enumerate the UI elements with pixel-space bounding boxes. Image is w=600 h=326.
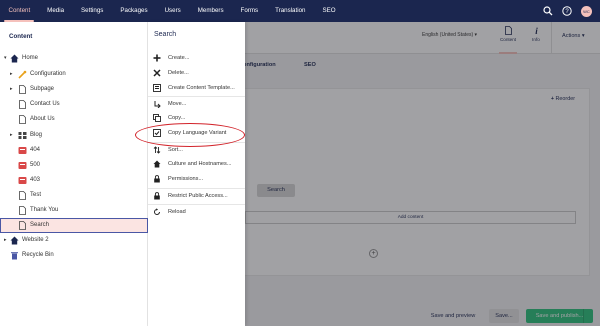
tree-node-label: Configuration <box>30 71 66 77</box>
wrench-icon <box>18 70 27 79</box>
help-icon[interactable]: ? <box>562 6 572 16</box>
template-icon <box>153 84 161 92</box>
document-icon <box>19 100 26 109</box>
modal-overlay[interactable] <box>245 22 600 326</box>
tree-node-label: Home <box>22 55 39 61</box>
nav-users[interactable]: Users <box>156 0 189 22</box>
tree-node-label: Test <box>30 192 42 198</box>
document-icon <box>19 85 26 94</box>
tree-node-403[interactable]: 403 <box>0 173 148 188</box>
expand-arrow[interactable]: ▸ <box>4 237 7 243</box>
error-page-icon <box>18 147 27 154</box>
error-page-icon <box>18 177 27 184</box>
expand-arrow[interactable]: ▸ <box>10 132 13 138</box>
tree-node-label: Blog <box>30 132 43 138</box>
menu-item-label: Sort... <box>168 147 183 153</box>
menu-item-create[interactable]: Create... <box>148 51 245 66</box>
menu-item-permissions[interactable]: Permissions... <box>148 172 245 187</box>
document-icon <box>19 115 26 124</box>
tree-node-subpage[interactable]: ▸ Subpage <box>0 82 148 97</box>
menu-item-label: Create... <box>168 55 190 61</box>
lock-icon <box>154 175 160 183</box>
nav-settings[interactable]: Settings <box>73 0 112 22</box>
plus-icon <box>153 54 161 62</box>
home-icon <box>10 54 19 63</box>
tree-node-home[interactable]: ▾ Home <box>0 51 148 66</box>
nav-members[interactable]: Members <box>189 0 232 22</box>
home-icon <box>153 160 161 168</box>
tree-node-label: Search <box>30 222 50 228</box>
menu-item-label: Copy... <box>168 115 186 121</box>
menu-item-label: Move... <box>168 101 187 107</box>
tree-node-contact-us[interactable]: Contact Us <box>0 97 148 112</box>
menu-item-label: Culture and Hostnames... <box>168 161 232 167</box>
home-icon <box>10 236 19 245</box>
reload-icon <box>154 208 160 215</box>
top-icons: ? WC <box>543 0 600 22</box>
expand-arrow[interactable]: ▸ <box>10 71 13 77</box>
tree-node-label: Recycle Bin <box>22 252 54 258</box>
annotation-highlight-ellipse <box>135 123 245 147</box>
menu-item-move[interactable]: Move... <box>148 96 245 111</box>
close-icon <box>153 69 161 77</box>
blog-icon <box>18 132 27 139</box>
tree-node-search[interactable]: Search <box>0 218 148 233</box>
menu-item-reload[interactable]: Reload <box>148 204 245 219</box>
menu-item-label: Create Content Template... <box>168 85 235 91</box>
nav-content[interactable]: Content <box>0 0 39 22</box>
move-icon <box>154 101 161 108</box>
tree-node-about-us[interactable]: About Us <box>0 112 148 127</box>
tree-title: Content <box>9 33 33 40</box>
tree-node-blog[interactable]: ▸ Blog <box>0 128 148 143</box>
tree-node-label: 500 <box>30 162 41 168</box>
copy-icon <box>153 114 161 122</box>
menu-item-label: Restrict Public Access... <box>168 193 228 199</box>
expand-arrow[interactable]: ▸ <box>10 86 13 92</box>
tree-node-500[interactable]: 500 <box>0 158 148 173</box>
tree-node-label: 403 <box>30 177 41 183</box>
tree-node-test[interactable]: Test <box>0 188 148 203</box>
nav-forms[interactable]: Forms <box>232 0 267 22</box>
error-page-icon <box>18 162 27 169</box>
tree-node-label: Thank You <box>30 207 59 213</box>
content-tree: Content ▾ Home ▸ Configuration ▸ Subpage… <box>0 22 148 326</box>
menu-item-delete[interactable]: Delete... <box>148 66 245 81</box>
nav-media[interactable]: Media <box>39 0 73 22</box>
sort-icon <box>153 146 161 154</box>
menu-item-culture-hostnames[interactable]: Culture and Hostnames... <box>148 157 245 172</box>
tree-node-website-2[interactable]: ▸ Website 2 <box>0 233 148 248</box>
tree-node-label: Contact Us <box>30 101 60 107</box>
nav-packages[interactable]: Packages <box>112 0 156 22</box>
section-nav: Content Media Settings Packages Users Me… <box>0 0 344 22</box>
lock-icon <box>154 192 160 200</box>
top-navigation-bar: Content Media Settings Packages Users Me… <box>0 0 600 22</box>
tree-node-label: About Us <box>30 116 55 122</box>
nav-translation[interactable]: Translation <box>267 0 314 22</box>
menu-item-label: Permissions... <box>168 176 204 182</box>
context-menu: Search Create... Delete... Create Conten… <box>148 22 245 326</box>
tree-node-thank-you[interactable]: Thank You <box>0 203 148 218</box>
tree-node-label: Subpage <box>30 86 55 92</box>
menu-item-create-template[interactable]: Create Content Template... <box>148 81 245 96</box>
expand-arrow[interactable]: ▾ <box>4 55 7 61</box>
document-icon <box>19 191 26 200</box>
document-icon <box>19 206 26 215</box>
tree-node-configuration[interactable]: ▸ Configuration <box>0 67 148 82</box>
search-icon[interactable] <box>543 6 553 16</box>
tree-node-label: Website 2 <box>22 237 49 243</box>
tree-node-label: 404 <box>30 147 41 153</box>
tree-node-404[interactable]: 404 <box>0 143 148 158</box>
nav-seo[interactable]: SEO <box>314 0 344 22</box>
trash-icon <box>11 252 18 260</box>
document-icon <box>19 221 26 230</box>
user-avatar[interactable]: WC <box>581 5 592 17</box>
menu-title: Search <box>154 31 177 38</box>
menu-item-restrict-access[interactable]: Restrict Public Access... <box>148 188 245 203</box>
tree-node-recycle-bin[interactable]: Recycle Bin <box>0 248 148 263</box>
menu-item-label: Delete... <box>168 70 189 76</box>
menu-item-label: Reload <box>168 209 186 215</box>
